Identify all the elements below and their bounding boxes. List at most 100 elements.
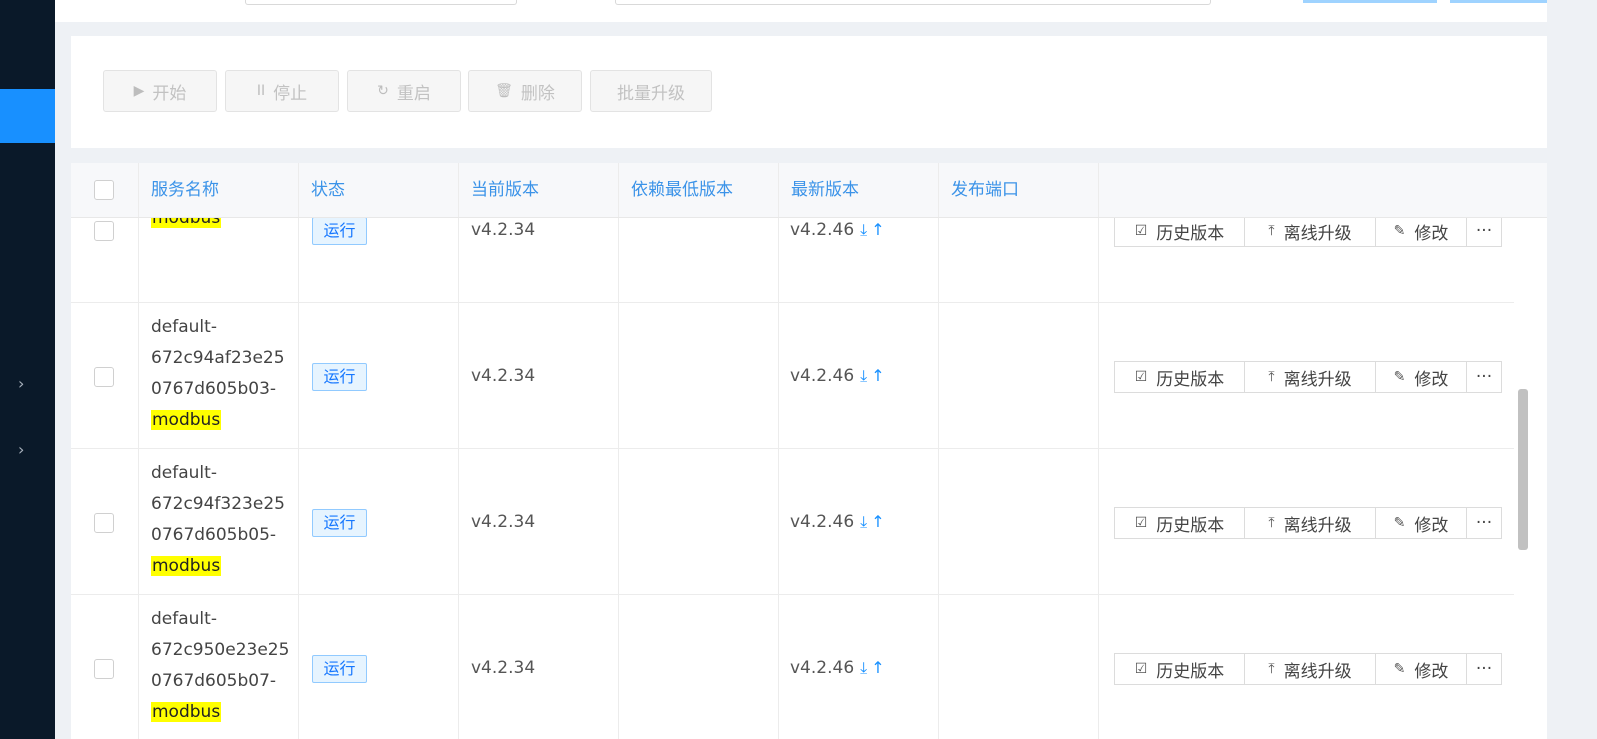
- header-service-name[interactable]: 服务名称: [139, 163, 299, 217]
- service-name-line: 0767d605b03-: [151, 379, 277, 399]
- service-name-line: 0767d605b05-: [151, 525, 277, 545]
- column-divider: [618, 594, 619, 739]
- header-actions: [1099, 163, 1547, 217]
- download-icon[interactable]: ⤓: [860, 366, 871, 385]
- header-current-version[interactable]: 当前版本: [459, 163, 619, 217]
- latest-version-value: v4.2.46: [790, 220, 855, 240]
- status-badge: 运行: [312, 217, 367, 245]
- history-version-button[interactable]: ☑ 历史版本: [1114, 361, 1245, 393]
- table-row: default- 672c94af23e25 0767d605b03- modbus 运…: [71, 302, 1517, 449]
- offline-upgrade-button[interactable]: ⤒ 离线升级: [1244, 653, 1376, 685]
- offline-upgrade-button[interactable]: ⤒ 离线升级: [1244, 361, 1376, 393]
- sidebar-active-item[interactable]: [0, 89, 55, 143]
- table-header: 服务名称 状态 当前版本 依赖最低版本 最新版本 发布端口: [71, 163, 1547, 218]
- column-divider: [778, 594, 779, 739]
- service-name-line: 672c950e23e25: [151, 640, 290, 660]
- status-badge: 运行: [312, 363, 367, 391]
- upload-icon: ⤒: [1268, 515, 1275, 531]
- filter-input[interactable]: [245, 0, 517, 5]
- column-divider: [458, 448, 459, 594]
- row-checkbox[interactable]: [94, 659, 114, 679]
- current-version: v4.2.34: [471, 366, 536, 386]
- select-all-checkbox[interactable]: [94, 180, 114, 200]
- more-icon: ···: [1475, 367, 1493, 387]
- search-button[interactable]: [1303, 0, 1437, 3]
- table-body: 072c8f423e250767d605a86-modbus运行v4.2.34v…: [71, 163, 1547, 739]
- column-divider: [1098, 448, 1099, 594]
- row-checkbox[interactable]: [94, 221, 114, 241]
- stop-button[interactable]: II 停止: [225, 70, 339, 112]
- row-checkbox[interactable]: [94, 367, 114, 387]
- latest-version-value: v4.2.46: [790, 658, 855, 678]
- delete-label: 删除: [520, 83, 555, 104]
- chevron-right-icon[interactable]: ›: [18, 440, 24, 459]
- service-name[interactable]: default- 672c94af23e25 0767d605b03- modbus: [151, 312, 291, 436]
- delete-button[interactable]: 🗑 删除: [468, 70, 582, 112]
- service-name-line: default-: [151, 317, 217, 337]
- edit-button[interactable]: ✎ 修改: [1375, 507, 1467, 539]
- service-name-line: default-: [151, 609, 217, 629]
- upgrade-arrow-icon[interactable]: ↑: [871, 366, 888, 385]
- download-icon[interactable]: ⤓: [860, 512, 871, 531]
- offline-upgrade-label: 离线升级: [1283, 661, 1352, 682]
- service-name-line: 672c94f323e25: [151, 494, 285, 514]
- service-name-highlight: modbus: [151, 556, 222, 576]
- restart-button[interactable]: ↻ 重启: [347, 70, 461, 112]
- row-actions: ☑ 历史版本 ⤒ 离线升级 ✎ 修改 ···: [1114, 361, 1502, 393]
- history-icon: ☑: [1134, 223, 1148, 239]
- column-divider: [1098, 594, 1099, 739]
- batch-upgrade-button[interactable]: 批量升级: [590, 70, 712, 112]
- column-divider: [618, 302, 619, 448]
- services-table: 服务名称 状态 当前版本 依赖最低版本 最新版本 发布端口 072c8f423e…: [71, 163, 1547, 739]
- page-margin: [1547, 0, 1597, 739]
- header-min-dependency-version[interactable]: 依赖最低版本: [619, 163, 779, 217]
- chevron-right-icon[interactable]: ›: [18, 374, 24, 393]
- history-version-label: 历史版本: [1156, 369, 1225, 390]
- more-button[interactable]: ···: [1466, 507, 1502, 539]
- header-status[interactable]: 状态: [299, 163, 459, 217]
- more-icon: ···: [1475, 659, 1493, 679]
- more-button[interactable]: ···: [1466, 361, 1502, 393]
- service-name-line: 672c94af23e25: [151, 348, 285, 368]
- offline-upgrade-button[interactable]: ⤒ 离线升级: [1244, 507, 1376, 539]
- history-version-label: 历史版本: [1156, 661, 1225, 682]
- more-icon: ···: [1475, 221, 1493, 241]
- download-icon[interactable]: ⤓: [860, 658, 871, 677]
- row-checkbox[interactable]: [94, 513, 114, 533]
- history-version-button[interactable]: ☑ 历史版本: [1114, 215, 1245, 247]
- history-version-button[interactable]: ☑ 历史版本: [1114, 507, 1245, 539]
- column-divider: [138, 448, 139, 594]
- search-input[interactable]: [615, 0, 1211, 5]
- edit-icon: ✎: [1393, 369, 1406, 385]
- edit-button[interactable]: ✎ 修改: [1375, 653, 1467, 685]
- more-button[interactable]: ···: [1466, 653, 1502, 685]
- column-divider: [138, 594, 139, 739]
- start-button[interactable]: ▶ 开始: [103, 70, 217, 112]
- edit-button[interactable]: ✎ 修改: [1375, 361, 1467, 393]
- service-name[interactable]: default- 672c94f323e25 0767d605b05- modbus: [151, 458, 291, 582]
- offline-upgrade-button[interactable]: ⤒ 离线升级: [1244, 215, 1376, 247]
- scrollbar-thumb[interactable]: [1518, 389, 1528, 550]
- header-publish-port[interactable]: 发布端口: [939, 163, 1099, 217]
- service-name[interactable]: default- 672c950e23e25 0767d605b07- modbus: [151, 604, 291, 728]
- more-button[interactable]: ···: [1466, 215, 1502, 247]
- column-divider: [298, 302, 299, 448]
- latest-version: v4.2.46 ⤓↑: [790, 220, 889, 240]
- trash-icon: 🗑: [495, 83, 513, 99]
- upgrade-arrow-icon[interactable]: ↑: [871, 658, 888, 677]
- column-divider: [298, 594, 299, 739]
- edit-button[interactable]: ✎ 修改: [1375, 215, 1467, 247]
- history-version-button[interactable]: ☑ 历史版本: [1114, 653, 1245, 685]
- upgrade-arrow-icon[interactable]: ↑: [871, 220, 888, 239]
- header-latest-version[interactable]: 最新版本: [779, 163, 939, 217]
- header-select-cell: [71, 163, 139, 217]
- column-divider: [938, 448, 939, 594]
- current-version: v4.2.34: [471, 220, 536, 240]
- service-name-line: 0767d605b07-: [151, 671, 277, 691]
- stop-label: 停止: [273, 83, 308, 104]
- download-icon[interactable]: ⤓: [860, 220, 871, 239]
- column-divider: [458, 594, 459, 739]
- edit-icon: ✎: [1393, 515, 1406, 531]
- upload-icon: ⤒: [1268, 661, 1275, 677]
- upgrade-arrow-icon[interactable]: ↑: [871, 512, 888, 531]
